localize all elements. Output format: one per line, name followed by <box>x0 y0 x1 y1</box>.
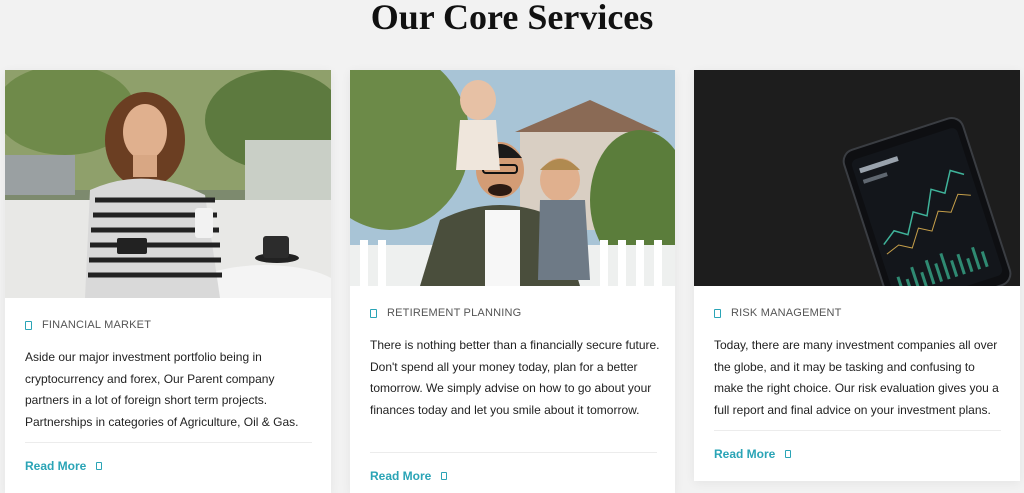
card-description: Aside our major investment portfolio bei… <box>25 350 299 429</box>
divider <box>370 452 657 453</box>
read-more-text: Read More <box>370 469 432 483</box>
card-image-phone-chart <box>694 70 1020 286</box>
page-title: Our Core Services <box>370 0 654 37</box>
arrow-icon <box>96 462 103 470</box>
card-image-woman-with-card <box>5 70 331 298</box>
card-description: Today, there are many investment compani… <box>714 338 999 417</box>
read-more-link[interactable]: Read More <box>25 459 103 473</box>
read-more-link[interactable]: Read More <box>714 447 792 461</box>
square-outline-icon <box>370 308 377 318</box>
category-text: RETIREMENT PLANNING <box>387 307 522 319</box>
card-description: There is nothing better than a financial… <box>370 338 660 417</box>
service-card-retirement-planning: RETIREMENT PLANNING There is nothing bet… <box>350 70 675 493</box>
read-more-text: Read More <box>25 459 87 473</box>
category-text: RISK MANAGEMENT <box>731 307 842 319</box>
read-more-text: Read More <box>714 447 776 461</box>
square-outline-icon <box>25 320 32 330</box>
category-label: FINANCIAL MARKET <box>25 319 151 331</box>
service-card-financial-market: FINANCIAL MARKET Aside our major investm… <box>5 70 331 493</box>
square-outline-icon <box>714 308 721 318</box>
divider <box>25 442 312 443</box>
category-text: FINANCIAL MARKET <box>42 319 152 331</box>
arrow-icon <box>785 450 792 458</box>
category-label: RISK MANAGEMENT <box>714 307 842 319</box>
read-more-link[interactable]: Read More <box>370 469 448 483</box>
service-card-risk-management: RISK MANAGEMENT Today, there are many in… <box>694 70 1020 481</box>
category-label: RETIREMENT PLANNING <box>370 307 521 319</box>
arrow-icon <box>441 472 448 480</box>
card-image-family <box>350 70 675 286</box>
divider <box>714 430 1001 431</box>
